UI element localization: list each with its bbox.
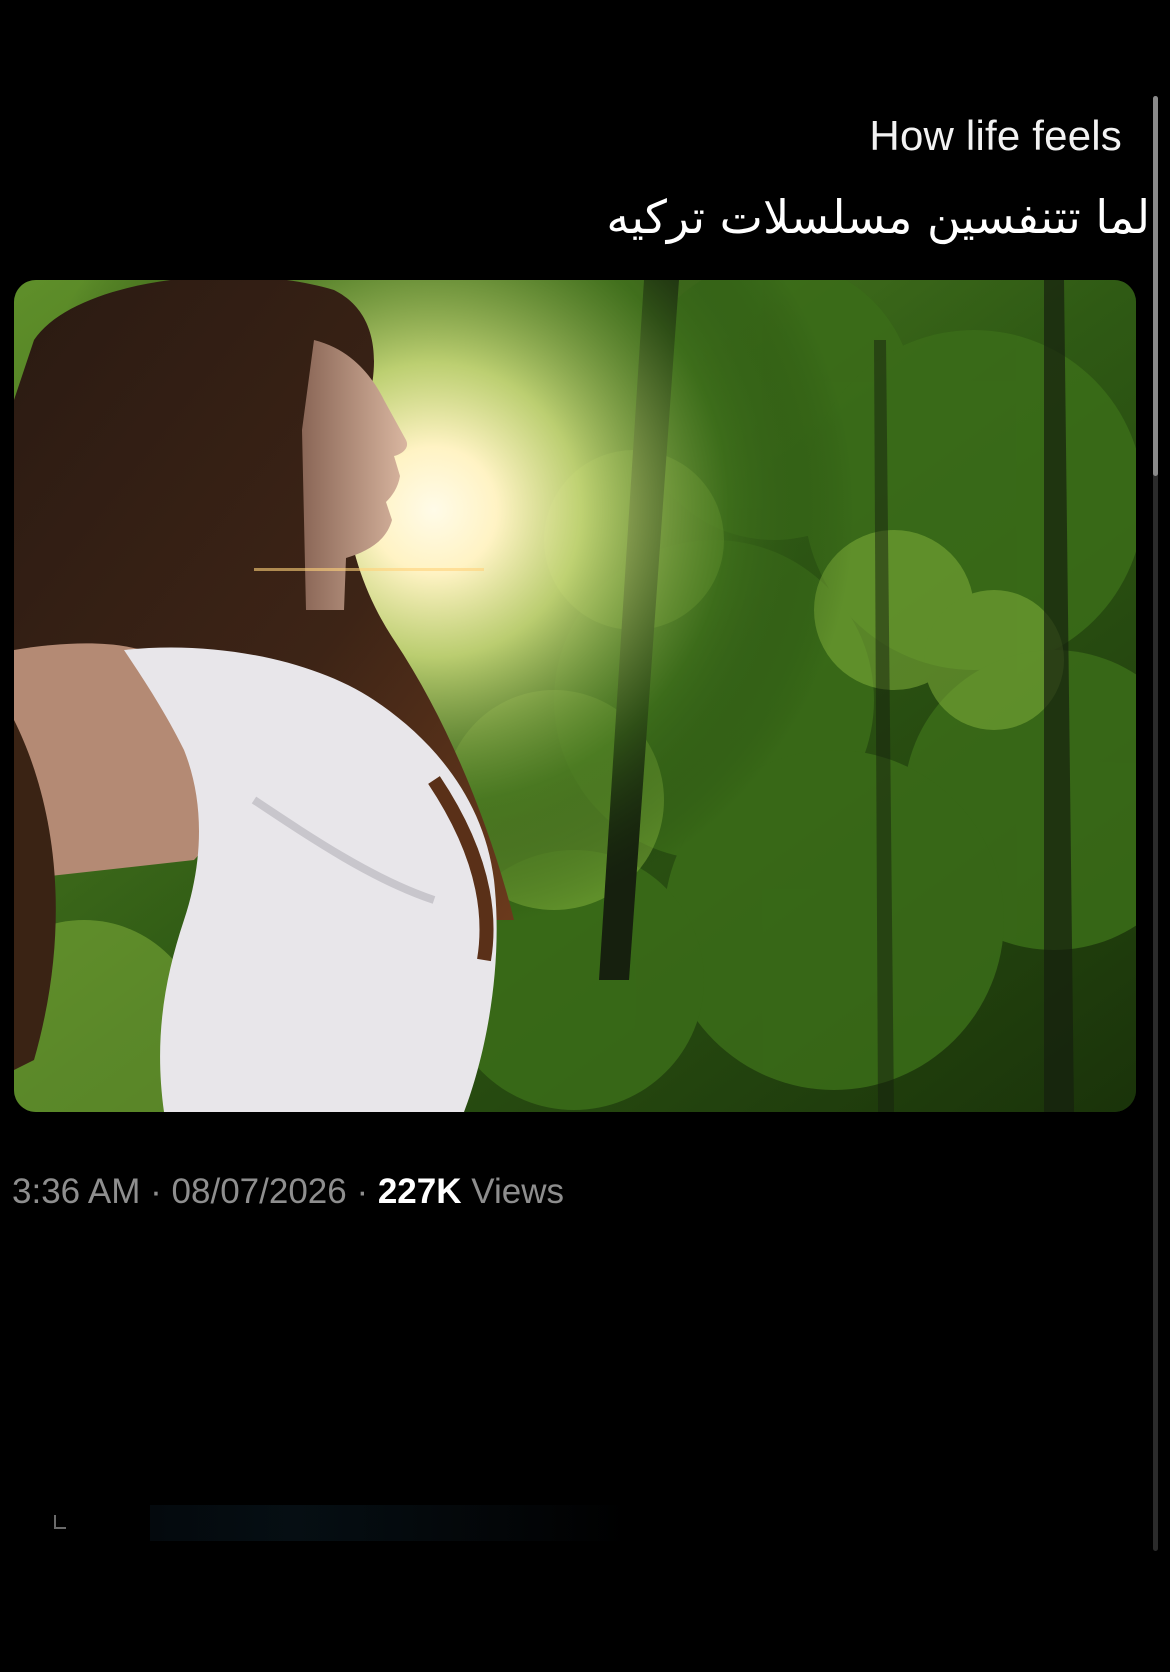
scrollbar-thumb[interactable]	[1153, 96, 1158, 476]
post-time[interactable]: 3:36 AM	[12, 1172, 140, 1211]
meta-separator: ·	[356, 1172, 369, 1211]
views-count[interactable]: 227K	[378, 1172, 462, 1211]
scrollbar[interactable]	[1153, 96, 1158, 1551]
caption-english: How life feels	[869, 112, 1122, 159]
meta-separator: ·	[150, 1172, 162, 1211]
post-photo[interactable]	[14, 280, 1136, 1112]
post-meta: 3:36 AM · 08/07/2026 · 227K Views	[12, 1172, 564, 1212]
post-date[interactable]: 08/07/2026	[172, 1172, 347, 1211]
corner-icon	[54, 1515, 66, 1529]
views-label[interactable]: Views	[471, 1172, 564, 1211]
dimmed-toolbar	[150, 1505, 630, 1541]
photo-illustration	[14, 280, 1136, 1112]
caption-arabic: لما تتنفسين مسلسلات تركيه	[606, 190, 1150, 244]
